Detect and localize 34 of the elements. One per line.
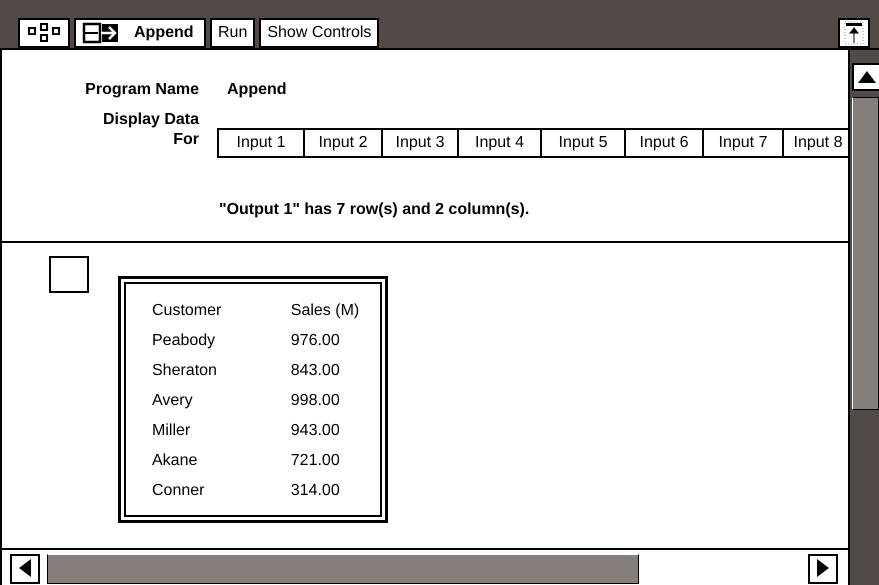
table-cell-text: Akane — [152, 451, 198, 471]
append-icon — [82, 22, 120, 44]
table-cell-text: Conner — [152, 481, 206, 501]
right-arrow-icon — [815, 558, 831, 578]
table-cell-text: 976.00 — [290, 331, 341, 351]
field-label: Program Name — [84, 80, 199, 100]
scroll-up-button[interactable] — [852, 63, 879, 91]
left-arrow-icon — [17, 558, 33, 578]
program-button[interactable]: Append — [74, 18, 206, 48]
column-header: Sales (M) — [290, 301, 360, 321]
pin-icon — [844, 21, 864, 45]
column-header: Customer — [152, 301, 222, 321]
layout-icon — [26, 22, 62, 44]
table-cell-text: 843.00 — [290, 361, 341, 381]
toolbar-button[interactable]: Run — [210, 18, 256, 48]
pin-button[interactable] — [838, 18, 870, 48]
scroll-thumb[interactable] — [852, 97, 879, 410]
field-label: Display Data For — [102, 110, 199, 150]
table-cell-text: Peabody — [152, 331, 216, 351]
toolbar-button[interactable]: Show Controls — [259, 18, 380, 48]
table-cell-text: Miller — [152, 421, 192, 441]
table-cell-text: 943.00 — [290, 421, 341, 441]
layout-button[interactable] — [18, 18, 70, 48]
table-cell-text: 721.00 — [290, 451, 341, 471]
scroll-left-button[interactable] — [10, 554, 40, 584]
table-cell-text: 314.00 — [290, 481, 341, 501]
select-checkbox[interactable] — [49, 256, 89, 293]
program-name: Append — [227, 80, 287, 100]
status-message: "Output 1" has 7 row(s) and 2 column(s). — [219, 200, 530, 220]
scroll-right-button[interactable] — [808, 554, 838, 584]
table-cell-text: Sheraton — [152, 361, 218, 381]
table-cell-text: 998.00 — [290, 391, 341, 411]
up-arrow-icon — [856, 70, 876, 84]
table-cell-text: Avery — [152, 391, 194, 411]
